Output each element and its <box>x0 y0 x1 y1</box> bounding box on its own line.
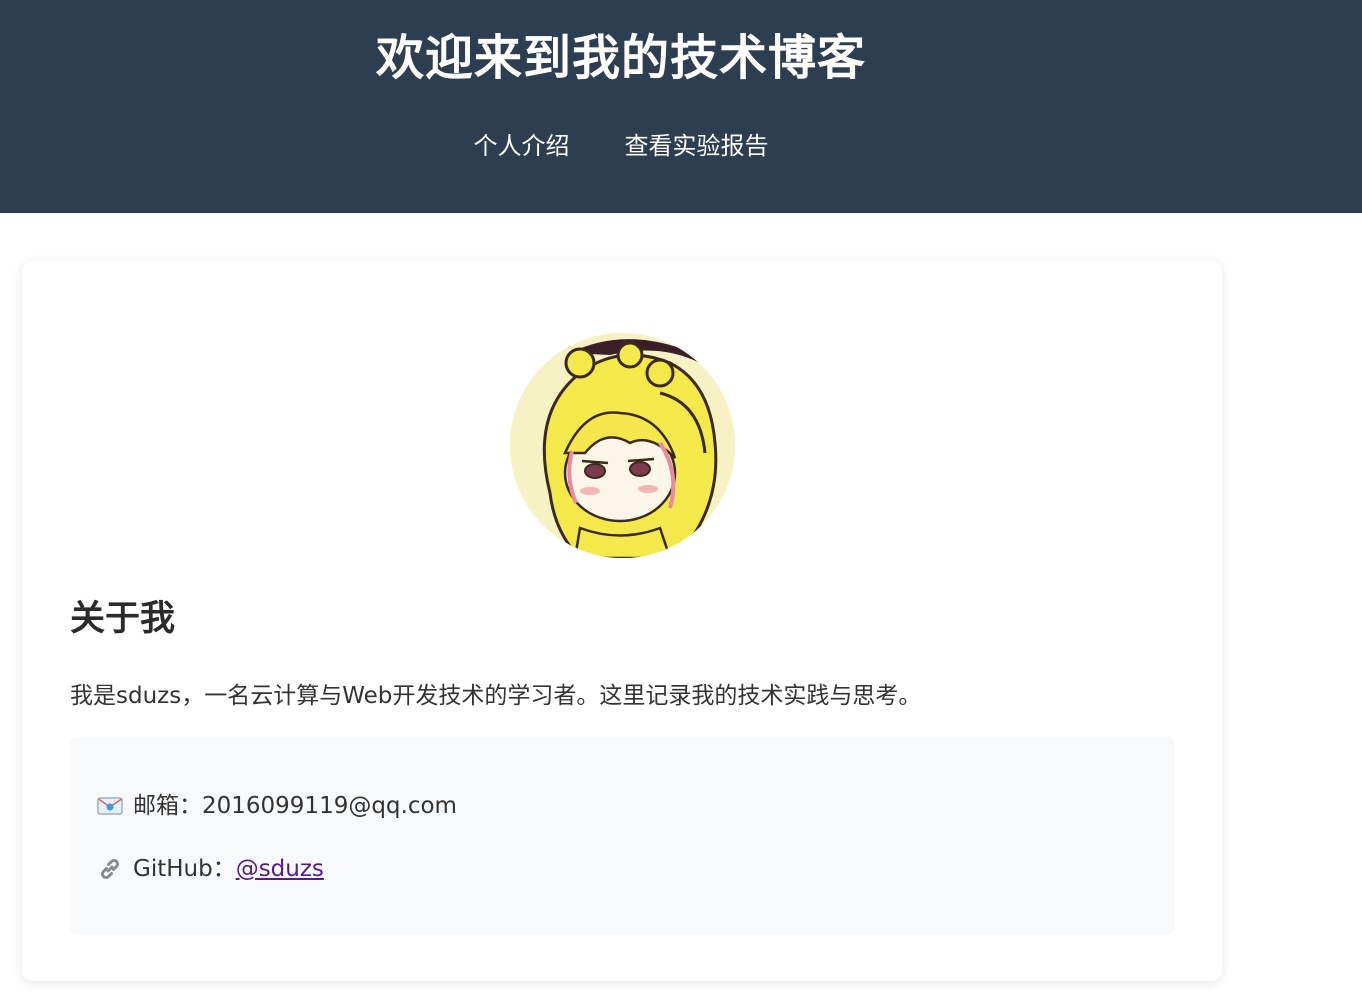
contact-email-row: 邮箱： 2016099119@qq.com <box>97 789 457 823</box>
about-description: 我是sduzs，一名云计算与Web开发技术的学习者。这里记录我的技术实践与思考。 <box>70 683 922 709</box>
contact-github-row: GitHub： @sduzs <box>97 852 324 886</box>
github-label: GitHub： <box>133 856 236 882</box>
avatar <box>510 333 735 558</box>
contact-box: 邮箱： 2016099119@qq.com GitHub： @sduzs <box>70 737 1174 934</box>
about-title: 关于我 <box>70 599 176 639</box>
avatar-illustration <box>510 333 735 558</box>
site-header: 欢迎来到我的技术博客 个人介绍 查看实验报告 <box>0 0 1362 213</box>
link-icon <box>97 856 123 882</box>
email-label: 邮箱： <box>133 793 202 819</box>
email-value: 2016099119@qq.com <box>202 793 457 819</box>
envelope-icon <box>97 793 123 819</box>
nav-link-reports[interactable]: 查看实验报告 <box>625 126 769 166</box>
profile-card: 关于我 我是sduzs，一名云计算与Web开发技术的学习者。这里记录我的技术实践… <box>22 261 1222 981</box>
github-link[interactable]: @sduzs <box>236 852 324 886</box>
site-title: 欢迎来到我的技术博客 <box>375 30 866 86</box>
nav-link-about[interactable]: 个人介绍 <box>474 126 570 166</box>
main-nav: 个人介绍 查看实验报告 <box>0 126 1242 166</box>
